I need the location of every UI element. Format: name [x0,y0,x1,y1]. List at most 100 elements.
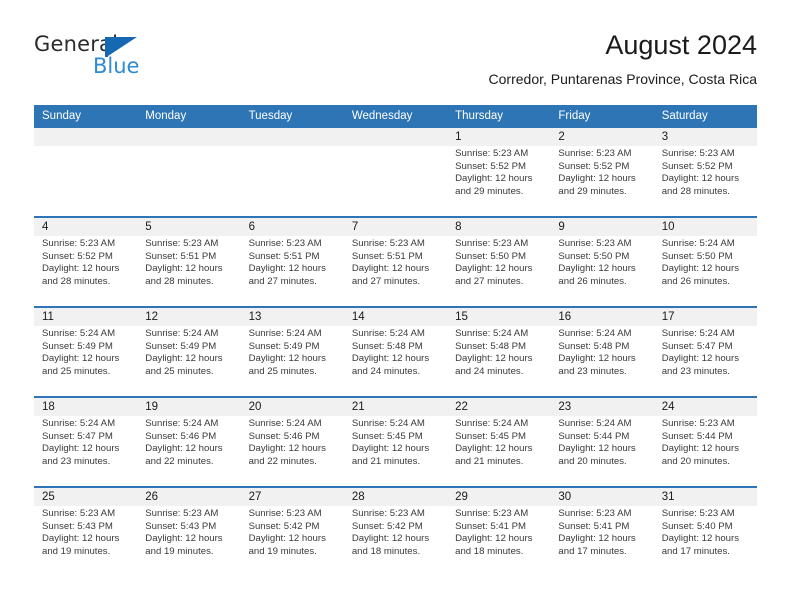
calendar-day-cell[interactable]: 7 Sunrise: 5:23 AM Sunset: 5:51 PM Daylight… [343,218,448,306]
calendar-day-cell[interactable]: 22 Sunrise: 5:24 AM Sunset: 5:45 PM Dayligh… [447,398,551,486]
calendar-day-cell[interactable]: 6 Sunrise: 5:23 AM Sunset: 5:51 PM Daylight… [240,218,344,306]
sunrise-text: Sunrise: 5:24 AM [42,418,116,429]
calendar-day-cell[interactable]: 31 Sunrise: 5:23 AM Sunset: 5:40 PM Dayligh… [653,488,757,576]
sunrise-text: Sunrise: 5:24 AM [558,328,632,339]
day-details: Sunrise: 5:23 AM Sunset: 5:41 PM Daylight:… [447,506,550,558]
calendar-day-cell[interactable]: 14 Sunrise: 5:24 AM Sunset: 5:48 PM Dayligh… [343,308,448,396]
day-number: 17 [653,308,757,326]
calendar-day-cell[interactable]: 3 Sunrise: 5:23 AM Sunset: 5:52 PM Daylight… [653,128,757,216]
calendar-day-cell[interactable]: 13 Sunrise: 5:24 AM Sunset: 5:49 PM Dayligh… [240,308,344,396]
sunset-text: Sunset: 5:49 PM [145,340,217,352]
daylight-text-line1: Daylight: 12 hours [351,443,430,455]
daylight-text-line1: Daylight: 12 hours [558,173,636,185]
daylight-text-line1: Daylight: 12 hours [145,533,223,545]
day-details: Sunrise: 5:24 AM Sunset: 5:46 PM Daylight:… [137,416,240,468]
sunrise-text: Sunrise: 5:24 AM [42,328,116,339]
calendar-day-cell-empty [240,128,344,216]
day-details: Sunrise: 5:24 AM Sunset: 5:47 PM Daylight:… [654,326,757,378]
sunset-text: Sunset: 5:45 PM [455,430,527,442]
day-details: Sunrise: 5:24 AM Sunset: 5:44 PM Daylight:… [550,416,653,468]
calendar-day-cell[interactable]: 11 Sunrise: 5:24 AM Sunset: 5:49 PM Dayligh… [34,308,138,396]
brand-logo[interactable]: General Blue [34,32,254,88]
daylight-text-line2: and 28 minutes. [661,185,730,197]
calendar-day-cell[interactable]: 25 Sunrise: 5:23 AM Sunset: 5:43 PM Dayligh… [34,488,138,576]
day-number: 1 [447,128,551,146]
daylight-text-line1: Daylight: 12 hours [248,533,326,545]
day-number: 16 [550,308,654,326]
calendar-day-cell-empty [343,128,448,216]
title-block: August 2024 Corredor, Puntarenas Provinc… [489,28,757,88]
daylight-text-line1: Daylight: 12 hours [661,263,740,275]
calendar-week-row: 18 Sunrise: 5:24 AM Sunset: 5:47 PM Dayligh… [34,396,757,486]
day-number: 3 [653,128,757,146]
sunset-text: Sunset: 5:47 PM [42,430,113,442]
calendar-day-cell[interactable]: 20 Sunrise: 5:24 AM Sunset: 5:46 PM Dayligh… [240,398,344,486]
calendar-day-cell[interactable]: 18 Sunrise: 5:24 AM Sunset: 5:47 PM Dayligh… [34,398,138,486]
daylight-text-line2: and 27 minutes. [248,275,317,287]
daylight-text-line2: and 20 minutes. [558,455,627,467]
day-number: 23 [550,398,654,416]
daylight-text-line2: and 23 minutes. [42,455,111,467]
daylight-text-line2: and 17 minutes. [558,545,627,557]
day-number: 6 [240,218,344,236]
daylight-text-line2: and 28 minutes. [145,275,214,287]
daylight-text-line1: Daylight: 12 hours [455,263,533,275]
daylight-text-line2: and 17 minutes. [661,545,730,557]
weekday-header-saturday: Saturday [661,110,708,122]
day-details: Sunrise: 5:24 AM Sunset: 5:48 PM Daylight:… [344,326,447,378]
sunrise-text: Sunrise: 5:23 AM [661,508,735,519]
calendar-day-cell-empty [137,128,241,216]
brand-name-blue: Blue [93,54,140,78]
calendar-day-cell[interactable]: 17 Sunrise: 5:24 AM Sunset: 5:47 PM Dayligh… [653,308,757,396]
day-number: 13 [240,308,344,326]
daylight-text-line1: Daylight: 12 hours [455,443,533,455]
calendar-day-cell[interactable]: 28 Sunrise: 5:23 AM Sunset: 5:42 PM Dayligh… [343,488,448,576]
calendar-day-cell[interactable]: 9 Sunrise: 5:23 AM Sunset: 5:50 PM Daylight… [550,218,654,306]
calendar-day-cell[interactable]: 30 Sunrise: 5:23 AM Sunset: 5:41 PM Dayligh… [550,488,654,576]
calendar-day-cell[interactable]: 4 Sunrise: 5:23 AM Sunset: 5:52 PM Daylight… [34,218,138,306]
daylight-text-line1: Daylight: 12 hours [248,263,326,275]
calendar-day-cell[interactable]: 16 Sunrise: 5:24 AM Sunset: 5:48 PM Dayligh… [550,308,654,396]
day-details: Sunrise: 5:23 AM Sunset: 5:52 PM Daylight:… [447,146,550,198]
day-number [240,128,344,146]
calendar-day-cell[interactable]: 1 Sunrise: 5:23 AM Sunset: 5:52 PM Daylight… [447,128,551,216]
sunset-text: Sunset: 5:52 PM [455,160,527,172]
sunset-text: Sunset: 5:47 PM [661,340,733,352]
calendar-day-cell[interactable]: 10 Sunrise: 5:24 AM Sunset: 5:50 PM Dayligh… [653,218,757,306]
daylight-text-line2: and 26 minutes. [558,275,627,287]
sunrise-text: Sunrise: 5:23 AM [145,238,219,249]
calendar-day-cell[interactable]: 19 Sunrise: 5:24 AM Sunset: 5:46 PM Dayligh… [137,398,241,486]
daylight-text-line1: Daylight: 12 hours [558,263,636,275]
calendar-day-cell[interactable]: 2 Sunrise: 5:23 AM Sunset: 5:52 PM Daylight… [550,128,654,216]
sunset-text: Sunset: 5:52 PM [42,250,113,262]
sunset-text: Sunset: 5:44 PM [661,430,733,442]
daylight-text-line1: Daylight: 12 hours [248,353,326,365]
weekday-header-wednesday: Wednesday [351,110,413,122]
page-title: August 2024 [605,30,757,60]
calendar-day-cell[interactable]: 5 Sunrise: 5:23 AM Sunset: 5:51 PM Daylight… [137,218,241,306]
calendar-day-cell[interactable]: 27 Sunrise: 5:23 AM Sunset: 5:42 PM Dayligh… [240,488,344,576]
calendar-day-cell[interactable]: 24 Sunrise: 5:23 AM Sunset: 5:44 PM Dayligh… [653,398,757,486]
sunrise-text: Sunrise: 5:24 AM [248,328,322,339]
calendar-day-cell[interactable]: 15 Sunrise: 5:24 AM Sunset: 5:48 PM Dayligh… [447,308,551,396]
day-details: Sunrise: 5:24 AM Sunset: 5:49 PM Daylight:… [137,326,240,378]
day-details: Sunrise: 5:23 AM Sunset: 5:42 PM Daylight:… [241,506,344,558]
sunrise-text: Sunrise: 5:24 AM [145,328,219,339]
calendar-day-cell[interactable]: 12 Sunrise: 5:24 AM Sunset: 5:49 PM Dayligh… [137,308,241,396]
calendar-day-cell[interactable]: 8 Sunrise: 5:23 AM Sunset: 5:50 PM Daylight… [447,218,551,306]
day-number [343,128,448,146]
daylight-text-line1: Daylight: 12 hours [661,443,740,455]
calendar-day-cell[interactable]: 23 Sunrise: 5:24 AM Sunset: 5:44 PM Dayligh… [550,398,654,486]
calendar-day-cell[interactable]: 26 Sunrise: 5:23 AM Sunset: 5:43 PM Dayligh… [137,488,241,576]
sunset-text: Sunset: 5:41 PM [558,520,630,532]
sunset-text: Sunset: 5:43 PM [42,520,113,532]
calendar-day-cell[interactable]: 21 Sunrise: 5:24 AM Sunset: 5:45 PM Dayligh… [343,398,448,486]
sunset-text: Sunset: 5:52 PM [661,160,733,172]
day-number: 11 [34,308,138,326]
daylight-text-line2: and 25 minutes. [42,365,111,377]
daylight-text-line2: and 19 minutes. [248,545,317,557]
day-details: Sunrise: 5:23 AM Sunset: 5:51 PM Daylight:… [344,236,447,288]
sunset-text: Sunset: 5:51 PM [351,250,423,262]
calendar-day-cell[interactable]: 29 Sunrise: 5:23 AM Sunset: 5:41 PM Dayligh… [447,488,551,576]
sunrise-text: Sunrise: 5:24 AM [455,418,529,429]
